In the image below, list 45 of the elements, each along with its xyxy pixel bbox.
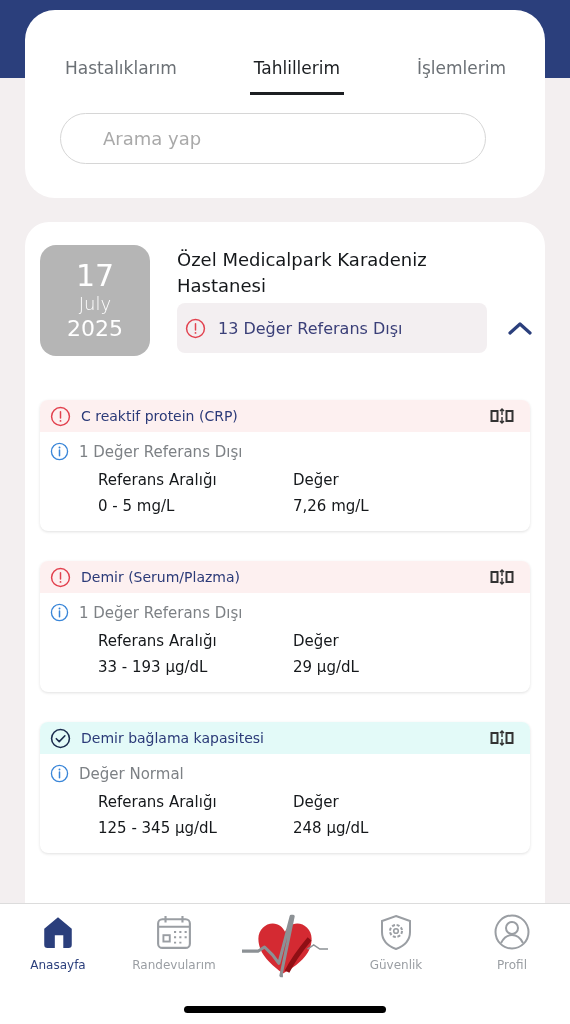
nav-item[interactable]: Randevularım: [124, 914, 224, 972]
result-value: 7,26 mg/L: [293, 497, 370, 515]
alert-text: 13 Değer Referans Dışı: [218, 318, 403, 338]
result-value: 29 µg/dL: [293, 658, 360, 676]
column-label: Değer: [293, 471, 340, 489]
nav-item[interactable]: Güvenlik: [346, 914, 446, 972]
column-label: Değer: [293, 632, 340, 650]
status-note: Değer Normal: [79, 764, 184, 783]
warning-icon: [185, 317, 206, 339]
date-day: 17: [75, 258, 115, 293]
date-month: July: [78, 292, 112, 315]
compare-icon[interactable]: [490, 729, 514, 747]
warning-icon: [50, 405, 71, 427]
compare-icon[interactable]: [490, 568, 514, 586]
status-note: 1 Değer Referans Dışı: [79, 603, 243, 622]
tab[interactable]: İşlemlerim: [412, 54, 510, 95]
reference-range: 0 - 5 mg/L: [98, 497, 176, 515]
nav-item[interactable]: Anasayfa: [8, 914, 108, 972]
info-icon: [50, 603, 69, 622]
test-name: C reaktif protein (CRP): [81, 408, 239, 424]
compare-icon[interactable]: [490, 407, 514, 425]
info-icon: [50, 764, 69, 783]
column-label: Referans Aralığı: [98, 471, 218, 489]
info-icon: [50, 442, 69, 461]
tab[interactable]: Hastalıklarım: [61, 54, 181, 95]
nav-item[interactable]: Profil: [462, 914, 562, 972]
tab[interactable]: Tahlillerim: [249, 54, 345, 95]
status-note: 1 Değer Referans Dışı: [79, 442, 243, 461]
warning-icon: [50, 566, 71, 588]
hospital-name: Özel Medicalpark Karadeniz Hastanesi: [177, 248, 428, 298]
profile-icon: [494, 914, 530, 950]
result-value: 248 µg/dL: [293, 819, 370, 837]
reference-range: 33 - 193 µg/dL: [98, 658, 209, 676]
shield-gear-icon: [378, 914, 414, 950]
column-label: Değer: [293, 793, 340, 811]
check-circle-icon: [50, 727, 71, 749]
reference-range: 125 - 345 µg/dL: [98, 819, 218, 837]
calendar-icon: [156, 914, 192, 950]
test-name: Demir (Serum/Plazma): [81, 569, 241, 585]
column-label: Referans Aralığı: [98, 632, 218, 650]
test-name: Demir bağlama kapasitesi: [81, 730, 265, 746]
column-label: Referans Aralığı: [98, 793, 218, 811]
collapse-chevron-icon[interactable]: [507, 320, 533, 336]
search-field[interactable]: Arama yap: [60, 113, 486, 164]
date-year: 2025: [67, 314, 123, 343]
